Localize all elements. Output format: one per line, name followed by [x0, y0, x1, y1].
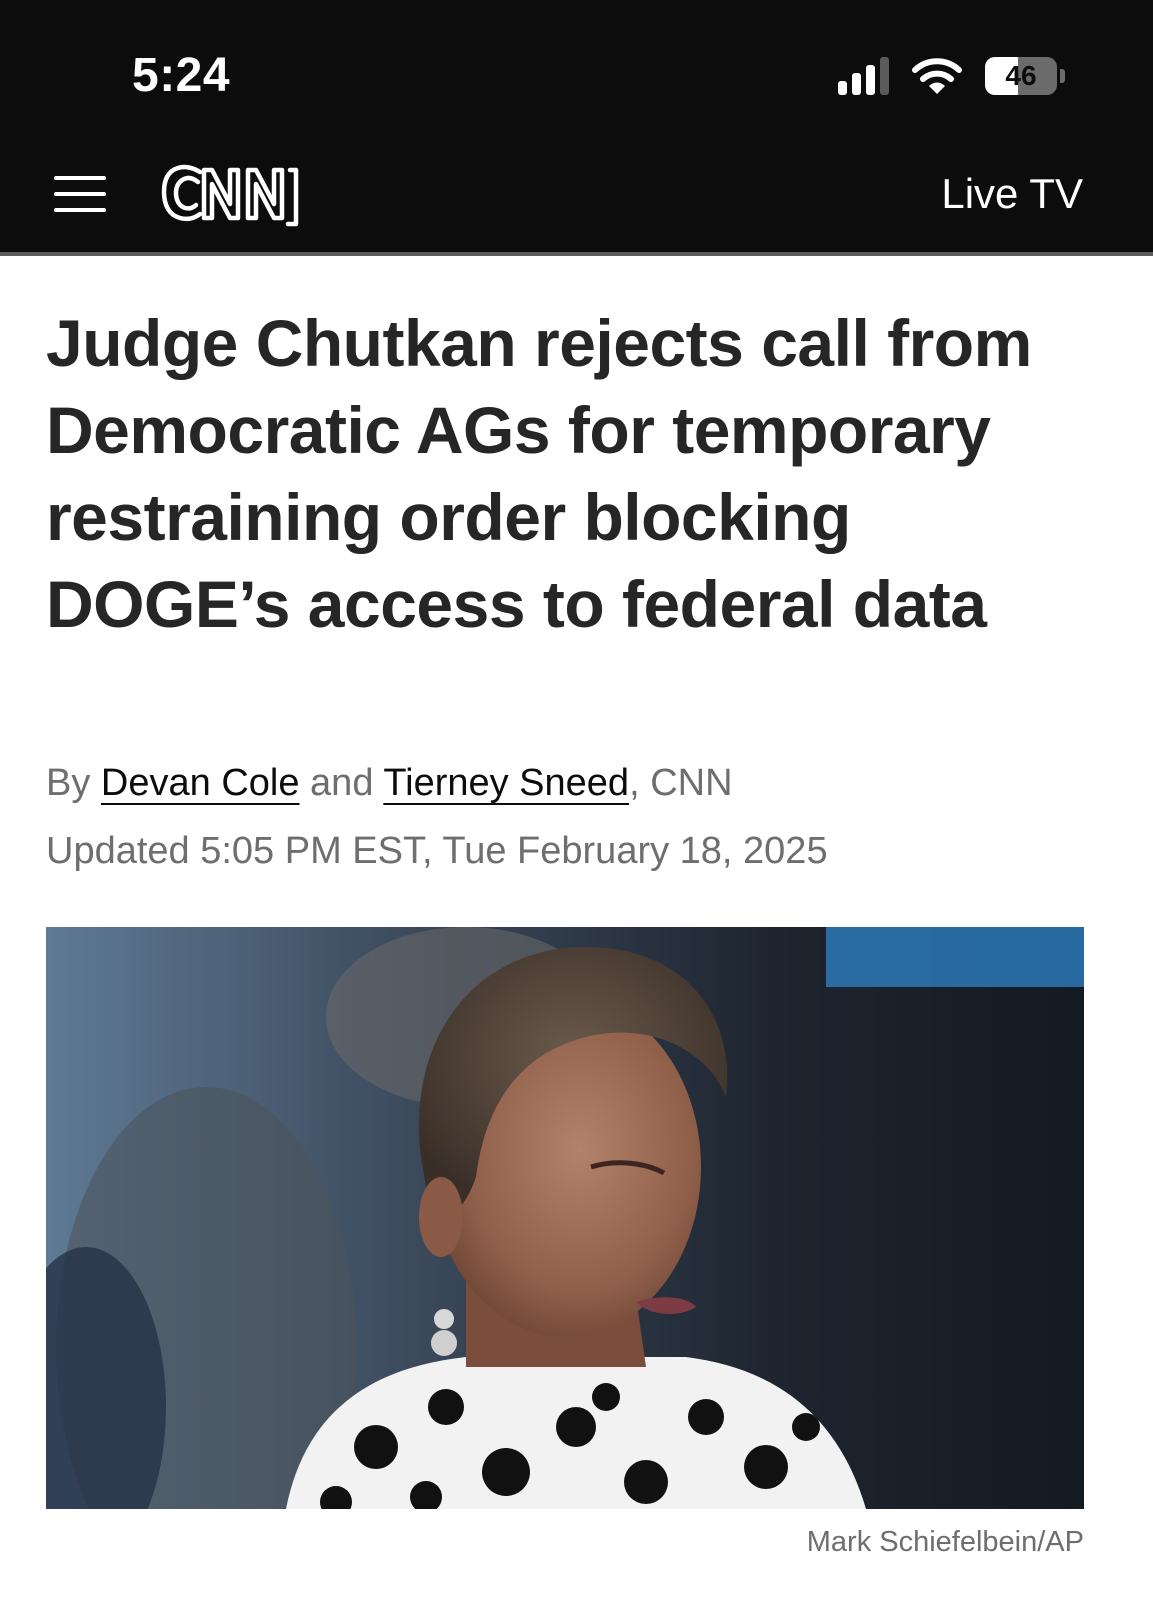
signal-bar — [852, 73, 861, 95]
byline-and: and — [310, 762, 374, 804]
wifi-icon — [912, 58, 962, 94]
article-photo[interactable] — [46, 927, 1084, 1509]
menu-line — [54, 176, 106, 180]
author-link-devan-cole[interactable]: Devan Cole — [101, 762, 300, 804]
byline-source: , CNN — [629, 762, 733, 804]
menu-line — [54, 192, 106, 196]
article-timestamp: Updated 5:05 PM EST, Tue February 18, 20… — [46, 830, 828, 872]
app-header: 5:24 46 Live TV — [0, 0, 1153, 252]
battery-tip — [1060, 69, 1065, 83]
signal-bar — [866, 65, 875, 95]
byline-prefix: By — [46, 762, 91, 804]
status-time: 5:24 — [132, 49, 231, 102]
battery-icon: 46 — [985, 57, 1057, 95]
hamburger-menu-icon[interactable] — [54, 173, 108, 215]
status-icons: 46 — [838, 56, 1065, 96]
photo-credit: Mark Schiefelbein/AP — [806, 1526, 1084, 1558]
signal-icon — [838, 57, 889, 95]
battery-level: 46 — [1005, 60, 1037, 91]
cnn-logo[interactable] — [160, 158, 300, 230]
header-divider — [0, 252, 1153, 256]
live-tv-link[interactable]: Live TV — [941, 170, 1083, 218]
menu-line — [54, 208, 106, 212]
author-link-tierney-sneed[interactable]: Tierney Sneed — [383, 762, 629, 804]
signal-bar — [880, 57, 889, 95]
photo-illustration — [46, 927, 1084, 1509]
article-byline: By Devan Cole and Tierney Sneed, CNN — [46, 762, 733, 805]
signal-bar — [838, 81, 847, 95]
article-headline: Judge Chutkan rejects call from Democrat… — [46, 306, 1032, 641]
